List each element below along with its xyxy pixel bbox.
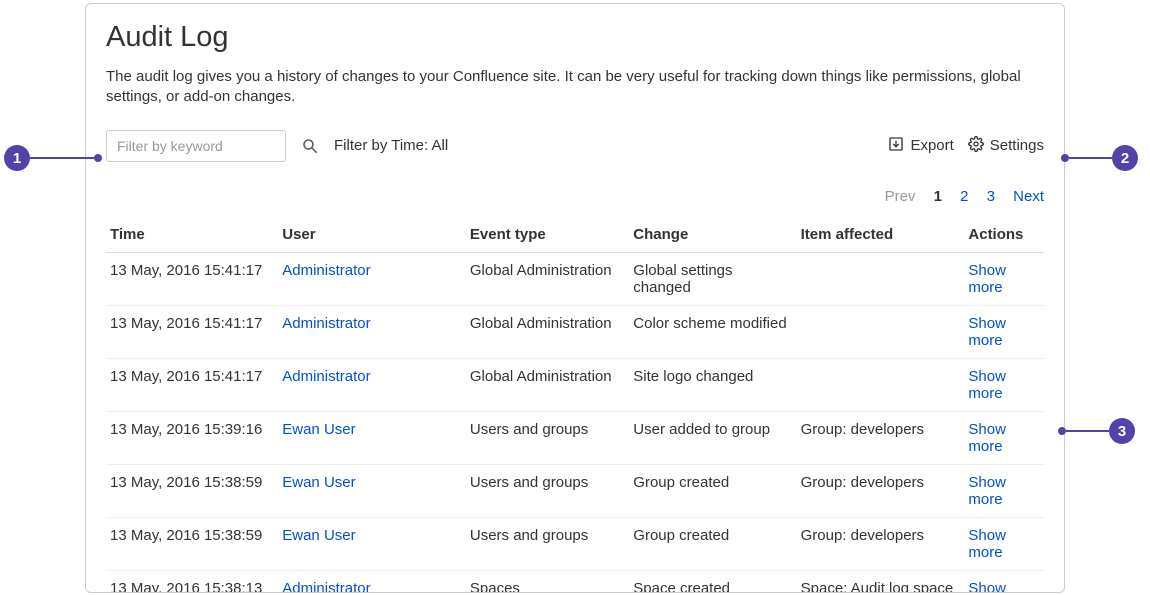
- pagination-page-3[interactable]: 3: [987, 188, 995, 205]
- filter-time-dropdown[interactable]: Filter by Time: All: [334, 137, 448, 154]
- cell-event-type: Spaces: [466, 570, 629, 593]
- cell-time: 13 May, 2016 15:41:17: [106, 252, 278, 305]
- pagination-page-2[interactable]: 2: [960, 188, 968, 205]
- table-row: 13 May, 2016 15:41:17 Administrator Glob…: [106, 305, 1044, 358]
- cell-time: 13 May, 2016 15:38:59: [106, 464, 278, 517]
- table-row: 13 May, 2016 15:38:59 Ewan User Users an…: [106, 517, 1044, 570]
- cell-time: 13 May, 2016 15:38:13: [106, 570, 278, 593]
- cell-item-affected: Group: developers: [797, 464, 965, 517]
- user-link[interactable]: Ewan User: [282, 474, 355, 491]
- table-row: 13 May, 2016 15:38:59 Ewan User Users an…: [106, 464, 1044, 517]
- table-row: 13 May, 2016 15:38:13 Administrator Spac…: [106, 570, 1044, 593]
- cell-change: Site logo changed: [629, 358, 796, 411]
- col-header-change: Change: [629, 217, 796, 253]
- cell-change: Group created: [629, 517, 796, 570]
- cell-event-type: Global Administration: [466, 252, 629, 305]
- col-header-actions: Actions: [964, 217, 1044, 253]
- col-header-user: User: [278, 217, 466, 253]
- user-link[interactable]: Administrator: [282, 315, 370, 332]
- cell-event-type: Global Administration: [466, 305, 629, 358]
- cell-time: 13 May, 2016 15:41:17: [106, 358, 278, 411]
- pagination-next[interactable]: Next: [1013, 188, 1044, 205]
- audit-log-table: Time User Event type Change Item affecte…: [106, 217, 1044, 594]
- cell-time: 13 May, 2016 15:38:59: [106, 517, 278, 570]
- cell-event-type: Users and groups: [466, 517, 629, 570]
- callout-3-badge: 3: [1109, 418, 1135, 444]
- cell-item-affected: Group: developers: [797, 411, 965, 464]
- user-link[interactable]: Administrator: [282, 580, 370, 594]
- pagination-page-1[interactable]: 1: [934, 188, 942, 205]
- audit-log-panel: Audit Log The audit log gives you a hist…: [85, 3, 1065, 593]
- show-more-link[interactable]: Show more: [968, 474, 1006, 508]
- show-more-link[interactable]: Show more: [968, 580, 1006, 594]
- user-link[interactable]: Ewan User: [282, 527, 355, 544]
- page-title: Audit Log: [106, 21, 1044, 54]
- show-more-link[interactable]: Show more: [968, 315, 1006, 349]
- cell-item-affected: Space: Audit log space: [797, 570, 965, 593]
- cell-item-affected: [797, 358, 965, 411]
- show-more-link[interactable]: Show more: [968, 421, 1006, 455]
- user-link[interactable]: Ewan User: [282, 421, 355, 438]
- page-description: The audit log gives you a history of cha…: [106, 67, 1044, 108]
- col-header-time: Time: [106, 217, 278, 253]
- toolbar: Filter by Time: All Export Settings: [106, 130, 1044, 162]
- cell-change: User added to group: [629, 411, 796, 464]
- cell-time: 13 May, 2016 15:39:16: [106, 411, 278, 464]
- cell-item-affected: [797, 305, 965, 358]
- show-more-link[interactable]: Show more: [968, 368, 1006, 402]
- show-more-link[interactable]: Show more: [968, 527, 1006, 561]
- callout-3: 3: [1058, 418, 1135, 444]
- cell-event-type: Users and groups: [466, 464, 629, 517]
- pagination: Prev 1 2 3 Next: [106, 188, 1044, 205]
- gear-icon: [968, 136, 984, 156]
- col-header-event-type: Event type: [466, 217, 629, 253]
- callout-2: 2: [1061, 145, 1138, 171]
- cell-event-type: Users and groups: [466, 411, 629, 464]
- table-row: 13 May, 2016 15:39:16 Ewan User Users an…: [106, 411, 1044, 464]
- cell-change: Space created: [629, 570, 796, 593]
- callout-1-badge: 1: [4, 145, 30, 171]
- user-link[interactable]: Administrator: [282, 368, 370, 385]
- settings-button[interactable]: Settings: [968, 136, 1044, 156]
- callout-2-badge: 2: [1112, 145, 1138, 171]
- pagination-prev[interactable]: Prev: [885, 188, 916, 205]
- cell-item-affected: [797, 252, 965, 305]
- show-more-link[interactable]: Show more: [968, 262, 1006, 296]
- cell-change: Group created: [629, 464, 796, 517]
- table-row: 13 May, 2016 15:41:17 Administrator Glob…: [106, 358, 1044, 411]
- export-button[interactable]: Export: [888, 136, 953, 156]
- export-icon: [888, 136, 904, 156]
- cell-change: Global settings changed: [629, 252, 796, 305]
- callout-1: 1: [4, 145, 102, 171]
- user-link[interactable]: Administrator: [282, 262, 370, 279]
- settings-label: Settings: [990, 137, 1044, 154]
- cell-event-type: Global Administration: [466, 358, 629, 411]
- cell-time: 13 May, 2016 15:41:17: [106, 305, 278, 358]
- search-icon[interactable]: [300, 136, 320, 156]
- table-row: 13 May, 2016 15:41:17 Administrator Glob…: [106, 252, 1044, 305]
- cell-change: Color scheme modified: [629, 305, 796, 358]
- cell-item-affected: Group: developers: [797, 517, 965, 570]
- export-label: Export: [910, 137, 953, 154]
- filter-keyword-input[interactable]: [106, 130, 286, 162]
- col-header-item-affected: Item affected: [797, 217, 965, 253]
